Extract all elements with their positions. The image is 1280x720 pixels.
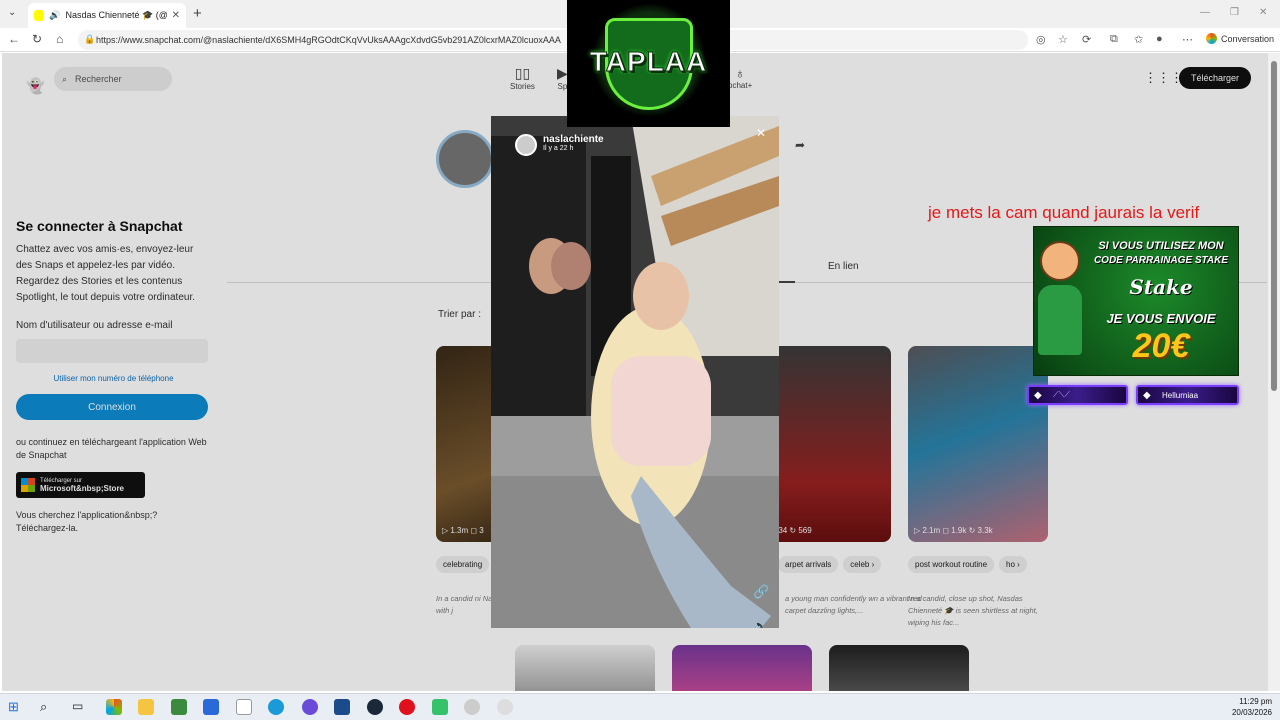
- steam-icon[interactable]: [367, 699, 383, 715]
- story-viewer[interactable]: naslachiente Il y a 22 h ✕ 🔗 🔈 •••: [491, 116, 779, 628]
- extensions-icon[interactable]: ⟳: [1082, 33, 1091, 46]
- stake-line1: SI VOUS UTILISEZ MON: [1098, 240, 1224, 252]
- page-scrollbar[interactable]: [1268, 53, 1280, 691]
- restore-icon[interactable]: ❐: [1230, 7, 1239, 18]
- new-tab-icon[interactable]: +: [193, 5, 202, 22]
- window-close-icon[interactable]: ✕: [1259, 7, 1267, 18]
- url-field[interactable]: https://www.snapchat.com/@naslachiente/d…: [78, 30, 1028, 50]
- system-clock[interactable]: 11:29 pm 20/03/2026: [1232, 696, 1272, 718]
- more-icon[interactable]: ⋯: [1182, 33, 1193, 46]
- reader-icon[interactable]: ◎: [1036, 33, 1046, 46]
- story-header: naslachiente Il y a 22 h: [515, 134, 604, 156]
- mail-icon[interactable]: [203, 699, 219, 715]
- task-view-icon[interactable]: ▭: [72, 699, 88, 715]
- favorites-icon[interactable]: ✩: [1134, 33, 1143, 46]
- speaker-icon[interactable]: 🔊: [49, 10, 60, 21]
- split-icon[interactable]: ⧉: [1110, 33, 1118, 46]
- cam-message: je mets la cam quand jaurais la verif: [928, 203, 1200, 222]
- clock-date: 20/03/2026: [1231, 708, 1272, 717]
- tab-title: Nasdas Chienneté 🎓 (@nasl: [65, 10, 167, 20]
- story-avatar[interactable]: [515, 134, 537, 156]
- snapchat-favicon-icon: [34, 10, 45, 21]
- taplaa-text: TAPLAA: [589, 46, 708, 78]
- clock-time: 11:29 pm: [1239, 697, 1272, 706]
- diamond-icon: ◆: [1034, 390, 1042, 401]
- refresh-icon[interactable]: ↻: [32, 32, 42, 46]
- neon-badge-right: ◆ Hellurniaa: [1136, 385, 1239, 405]
- back-icon[interactable]: ←: [8, 32, 20, 46]
- search-icon[interactable]: ⌕: [40, 699, 56, 715]
- mute-icon[interactable]: 🔈: [753, 619, 768, 628]
- story-time: Il y a 22 h: [543, 145, 574, 152]
- diamond-icon: ◆: [1143, 390, 1151, 401]
- neon-label: Hellurniaa: [1162, 390, 1199, 400]
- home-icon[interactable]: ⌂: [56, 32, 63, 46]
- lock-icon[interactable]: 🔒: [84, 34, 95, 45]
- scrollbar-thumb[interactable]: [1271, 61, 1277, 391]
- tab-close-icon[interactable]: ✕: [172, 10, 180, 21]
- neon-badge-left: ◆ ⟋⟍⟋: [1027, 385, 1128, 405]
- stake-line3: JE VOUS ENVOIE: [1106, 311, 1216, 326]
- stake-amount: 20€: [1132, 327, 1190, 365]
- story-username[interactable]: naslachiente: [543, 134, 604, 145]
- stake-promo-banner: SI VOUS UTILISEZ MON CODE PARRAINAGE STA…: [1033, 226, 1239, 376]
- file-explorer-icon[interactable]: [138, 699, 154, 715]
- copilot-conversation-button[interactable]: Conversation: [1206, 33, 1274, 44]
- tab-actions-icon[interactable]: ⌄: [8, 7, 16, 18]
- app-icon[interactable]: [497, 699, 513, 715]
- opera-icon[interactable]: [399, 699, 415, 715]
- cartoon-face-icon: [1040, 241, 1080, 281]
- favorite-star-icon[interactable]: ☆: [1058, 33, 1068, 46]
- browser-tab-snapchat[interactable]: 🔊 Nasdas Chienneté 🎓 (@nasl ✕: [28, 3, 186, 28]
- edge-icon[interactable]: [268, 699, 284, 715]
- store-icon[interactable]: [171, 699, 187, 715]
- story-image: [491, 116, 779, 628]
- mouse-app-icon[interactable]: [464, 699, 480, 715]
- windows-taskbar: ⊞ ⌕ ▭ 11:29 pm 20/03/2026: [0, 693, 1280, 720]
- cartoon-body-icon: [1038, 285, 1082, 355]
- copilot-icon[interactable]: [106, 699, 122, 715]
- windows-start-icon[interactable]: ⊞: [8, 699, 24, 715]
- stake-brand: Stake: [1129, 275, 1193, 299]
- app-icon[interactable]: [334, 699, 350, 715]
- taplaa-logo: TAPLAA: [567, 0, 730, 127]
- link-icon[interactable]: 🔗: [753, 584, 769, 600]
- notepad-icon[interactable]: [236, 699, 252, 715]
- conversation-label: Conversation: [1221, 33, 1275, 44]
- copilot-icon: [1206, 33, 1217, 44]
- discord-icon[interactable]: [302, 699, 318, 715]
- stake-line2: CODE PARRAINAGE STAKE: [1093, 255, 1229, 266]
- story-close-icon[interactable]: ✕: [756, 126, 766, 140]
- app-icon[interactable]: [432, 699, 448, 715]
- minimize-icon[interactable]: —: [1200, 7, 1210, 18]
- profile-icon[interactable]: ●: [1156, 33, 1163, 45]
